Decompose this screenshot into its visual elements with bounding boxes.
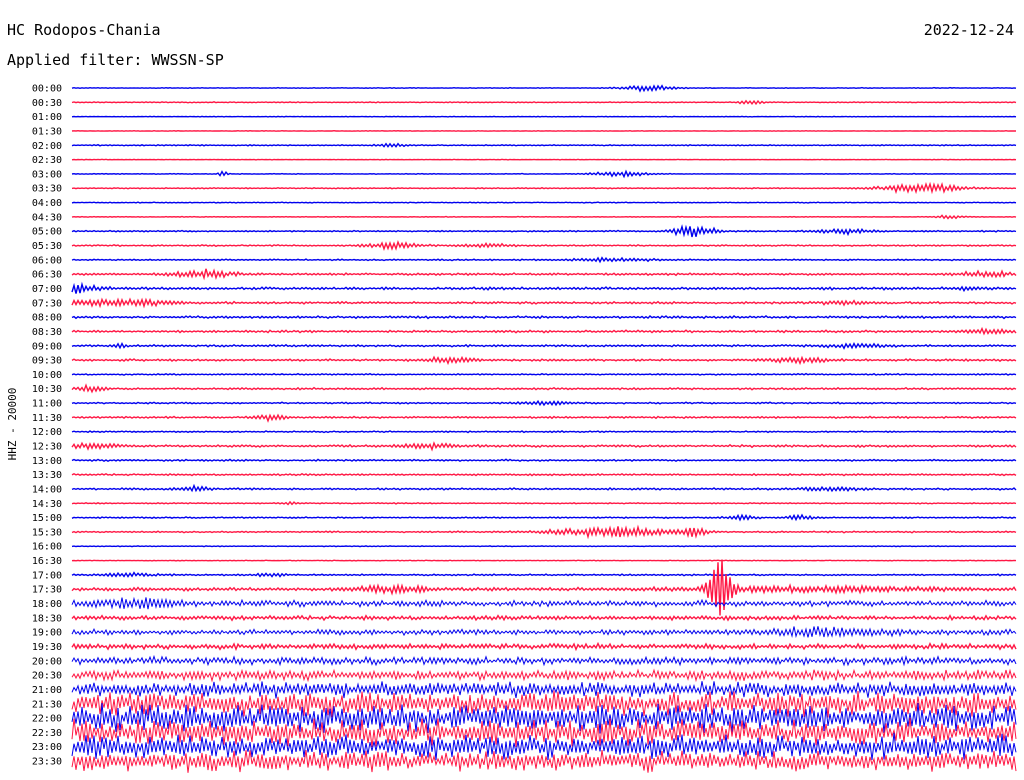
time-tick-label: 04:30	[32, 212, 62, 223]
trace-line	[71, 472, 1017, 477]
trace-line	[71, 315, 1017, 320]
time-tick-label: 14:30	[32, 499, 62, 510]
time-tick-label: 09:00	[32, 341, 62, 352]
time-tick-label: 07:00	[32, 284, 62, 295]
seismogram-plot: 00:00 00:30 01:00 01:30 02:00 02:30 03:00 03:30…	[6, 84, 1017, 773]
time-tick-label: 01:30	[32, 126, 62, 137]
time-tick-label: 02:00	[32, 141, 62, 152]
time-tick-label: 12:30	[32, 442, 62, 453]
trace-line	[71, 256, 1017, 264]
time-tick-labels: 00:00 00:30 01:00 01:30 02:00 02:30 03:00 03:30…	[32, 84, 62, 768]
time-tick-label: 18:30	[32, 613, 62, 624]
trace-line	[71, 281, 1017, 294]
trace-line	[71, 297, 1017, 309]
trace-line	[71, 84, 1017, 93]
time-tick-label: 01:00	[32, 112, 62, 123]
trace-line	[71, 500, 1017, 506]
time-tick-label: 15:30	[32, 527, 62, 538]
trace-line	[71, 240, 1017, 252]
time-tick-label: 14:00	[32, 484, 62, 495]
trace-line	[71, 458, 1017, 463]
trace-line	[71, 681, 1017, 699]
trace-line	[71, 142, 1017, 148]
time-tick-label: 00:00	[32, 84, 62, 95]
time-tick-label: 22:00	[32, 714, 62, 725]
time-tick-label: 21:00	[32, 685, 62, 696]
time-tick-label: 09:30	[32, 356, 62, 367]
trace-line	[71, 626, 1017, 639]
time-tick-label: 03:30	[32, 184, 62, 195]
trace-line	[71, 342, 1017, 350]
trace-line	[71, 559, 1017, 616]
trace-line	[71, 214, 1017, 220]
time-tick-label: 23:30	[32, 757, 62, 768]
time-tick-label: 11:00	[32, 399, 62, 410]
time-tick-label: 08:30	[32, 327, 62, 338]
trace-line	[71, 115, 1017, 118]
time-tick-label: 13:00	[32, 456, 62, 467]
time-tick-label: 23:00	[32, 742, 62, 753]
trace-line	[71, 441, 1017, 452]
trace-line	[71, 355, 1017, 366]
time-tick-label: 08:00	[32, 313, 62, 324]
trace-line	[71, 224, 1017, 238]
trace-line	[71, 99, 1017, 106]
trace-line	[71, 430, 1017, 434]
time-tick-label: 18:00	[32, 599, 62, 610]
trace-line	[71, 268, 1017, 281]
time-tick-label: 16:30	[32, 556, 62, 567]
trace-line	[71, 129, 1017, 132]
trace-line	[71, 750, 1017, 773]
trace-line	[71, 524, 1017, 540]
trace-line	[71, 614, 1017, 622]
time-tick-label: 00:30	[32, 98, 62, 109]
time-tick-label: 15:00	[32, 513, 62, 524]
time-tick-label: 10:30	[32, 384, 62, 395]
time-tick-label: 19:30	[32, 642, 62, 653]
time-tick-label: 20:30	[32, 671, 62, 682]
time-tick-label: 16:00	[32, 542, 62, 553]
time-tick-label: 02:30	[32, 155, 62, 166]
trace-line	[71, 559, 1017, 562]
time-tick-label: 10:00	[32, 370, 62, 381]
trace-line	[71, 654, 1017, 667]
time-tick-label: 06:00	[32, 255, 62, 266]
trace-line	[71, 201, 1017, 204]
y-axis-label: HHZ - 20000	[6, 388, 19, 461]
trace-line	[71, 483, 1017, 493]
trace-line	[71, 326, 1017, 336]
trace-line	[71, 513, 1017, 522]
trace-line	[71, 413, 1017, 423]
time-tick-label: 04:00	[32, 198, 62, 209]
time-tick-label: 13:30	[32, 470, 62, 481]
time-tick-label: 17:30	[32, 585, 62, 596]
trace-group	[71, 84, 1017, 773]
trace-line	[71, 571, 1017, 578]
time-tick-label: 07:30	[32, 298, 62, 309]
time-tick-label: 05:00	[32, 227, 62, 238]
time-tick-label: 21:30	[32, 699, 62, 710]
trace-line	[71, 372, 1017, 376]
trace-line	[71, 383, 1017, 394]
time-tick-label: 22:30	[32, 728, 62, 739]
trace-line	[71, 596, 1017, 610]
trace-line	[71, 169, 1017, 179]
time-tick-label: 19:00	[32, 628, 62, 639]
trace-line	[71, 641, 1017, 652]
time-tick-label: 05:30	[32, 241, 62, 252]
time-tick-label: 17:00	[32, 570, 62, 581]
time-tick-label: 11:30	[32, 413, 62, 424]
time-tick-label: 03:00	[32, 169, 62, 180]
time-tick-label: 06:30	[32, 270, 62, 281]
trace-line	[71, 399, 1017, 407]
trace-line	[71, 545, 1017, 548]
trace-line	[71, 668, 1017, 683]
trace-line	[71, 181, 1017, 195]
time-tick-label: 12:00	[32, 427, 62, 438]
time-tick-label: 20:00	[32, 656, 62, 667]
trace-line	[71, 158, 1017, 161]
